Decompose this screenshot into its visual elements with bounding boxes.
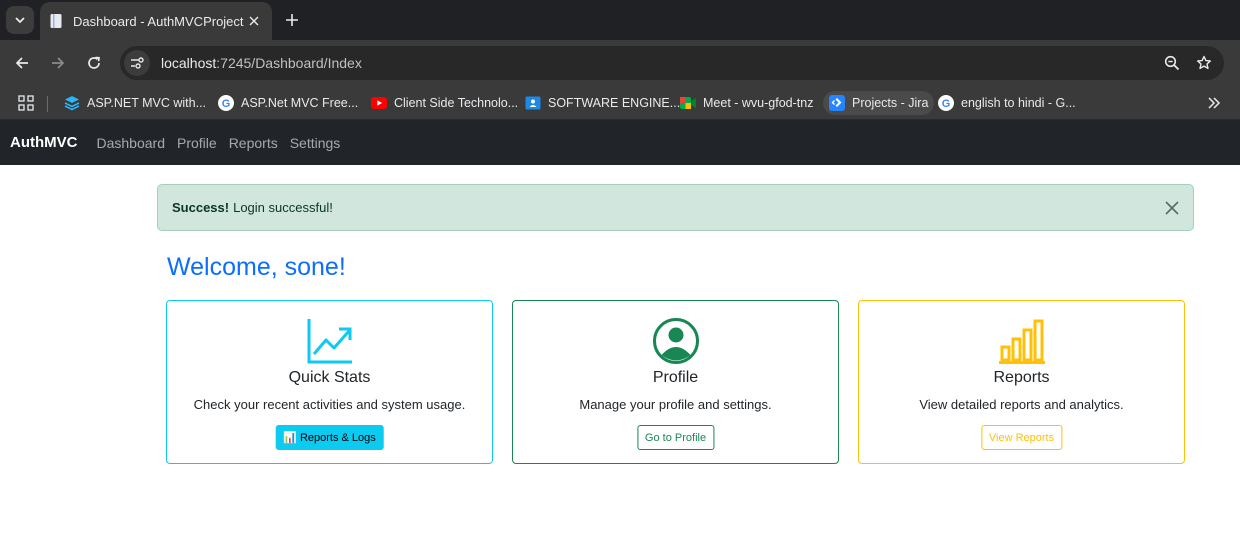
bookmark-label: Meet - wvu-gfod-tnz bbox=[703, 96, 814, 110]
bookmark-item[interactable]: ASP.NET MVC with... bbox=[58, 91, 212, 115]
alert-message: Login successful! bbox=[233, 200, 333, 215]
bookmark-item[interactable]: G english to hindi - G... bbox=[932, 91, 1082, 115]
bookmark-label: english to hindi - G... bbox=[961, 96, 1076, 110]
url-path: :7245/Dashboard/Index bbox=[216, 55, 362, 71]
close-icon[interactable] bbox=[244, 11, 264, 31]
reload-icon bbox=[88, 56, 100, 69]
svg-text:G: G bbox=[942, 98, 951, 110]
url-text[interactable]: localhost:7245/Dashboard/Index bbox=[161, 55, 1160, 71]
quick-stats-card: Quick Stats Check your recent activities… bbox=[166, 300, 493, 464]
graph-up-arrow-icon bbox=[307, 319, 352, 364]
tab-title: Dashboard - AuthMVCProject bbox=[73, 13, 244, 29]
zoom-icon[interactable] bbox=[1160, 51, 1184, 75]
reports-logs-button[interactable]: 📊 Reports & Logs bbox=[275, 425, 384, 450]
person-circle-icon bbox=[652, 318, 699, 364]
profile-card: Profile Manage your profile and settings… bbox=[512, 300, 839, 464]
bookmarks-divider bbox=[47, 96, 48, 112]
card-title: Quick Stats bbox=[288, 369, 371, 386]
welcome-heading: Welcome, sone! bbox=[167, 253, 346, 281]
nav-link-reports[interactable]: Reports bbox=[229, 135, 278, 151]
nav-link-settings[interactable]: Settings bbox=[290, 135, 341, 151]
alert-strong: Success! bbox=[172, 200, 230, 215]
bookmark-label: ASP.NET MVC with... bbox=[87, 96, 207, 110]
svg-text:G: G bbox=[222, 98, 231, 110]
site-info-icon[interactable] bbox=[124, 50, 150, 76]
chevron-down-icon bbox=[15, 17, 25, 24]
bookmark-item[interactable]: G ASP.Net MVC Free... bbox=[212, 91, 364, 115]
tab-search-button[interactable] bbox=[6, 6, 34, 34]
card-title: Reports bbox=[993, 369, 1050, 386]
bookmark-label: SOFTWARE ENGINE... bbox=[548, 96, 681, 110]
plus-icon bbox=[286, 14, 298, 26]
app-navbar: AuthMVC Dashboard Profile Reports Settin… bbox=[0, 120, 1240, 165]
success-alert: Success! Login successful! bbox=[157, 184, 1194, 231]
brand-logo[interactable]: AuthMVC bbox=[10, 134, 78, 151]
bookmark-item[interactable]: Client Side Technolo... bbox=[365, 91, 524, 115]
card-text: Check your recent activities and system … bbox=[193, 397, 466, 412]
google-g-icon: G bbox=[938, 95, 954, 111]
forward-button[interactable] bbox=[46, 51, 70, 75]
bookmark-label: Client Side Technolo... bbox=[394, 96, 519, 110]
chevron-double-right-icon[interactable] bbox=[1206, 95, 1222, 111]
bookmark-item[interactable]: Projects - Jira bbox=[823, 91, 935, 115]
browser-tab-active[interactable]: Dashboard - AuthMVCProject bbox=[40, 2, 272, 40]
back-button[interactable] bbox=[10, 51, 34, 75]
view-reports-button[interactable]: View Reports bbox=[980, 425, 1063, 450]
meet-icon bbox=[680, 95, 696, 111]
youtube-icon bbox=[371, 95, 387, 111]
address-bar[interactable]: localhost:7245/Dashboard/Index bbox=[120, 46, 1224, 80]
jira-icon bbox=[829, 95, 845, 111]
google-g-icon: G bbox=[218, 95, 234, 111]
nav-link-dashboard[interactable]: Dashboard bbox=[97, 135, 166, 151]
go-to-profile-button[interactable]: Go to Profile bbox=[636, 425, 715, 450]
bookmarks-bar: ASP.NET MVC with... G ASP.Net MVC Free..… bbox=[0, 86, 1240, 120]
browser-tabstrip: Dashboard - AuthMVCProject bbox=[0, 0, 1240, 40]
bar-chart-icon bbox=[998, 319, 1045, 364]
layers-icon bbox=[64, 95, 80, 111]
close-icon[interactable] bbox=[1163, 199, 1181, 217]
bookmark-item[interactable]: Meet - wvu-gfod-tnz bbox=[674, 91, 819, 115]
arrow-left-icon bbox=[15, 57, 28, 69]
card-text: View detailed reports and analytics. bbox=[919, 397, 1124, 412]
new-tab-button[interactable] bbox=[280, 8, 304, 32]
bookmark-label: Projects - Jira bbox=[852, 96, 929, 110]
nav-link-profile[interactable]: Profile bbox=[177, 135, 217, 151]
bookmark-item[interactable]: SOFTWARE ENGINE... bbox=[519, 91, 686, 115]
browser-toolbar: localhost:7245/Dashboard/Index bbox=[0, 40, 1240, 86]
url-host: localhost bbox=[161, 55, 217, 71]
bookmark-star-icon[interactable] bbox=[1192, 51, 1216, 75]
bookmark-label: ASP.Net MVC Free... bbox=[241, 96, 359, 110]
apps-grid-icon[interactable] bbox=[18, 95, 34, 111]
reload-button[interactable] bbox=[82, 51, 106, 75]
card-title: Profile bbox=[652, 369, 699, 386]
page-icon bbox=[48, 13, 64, 29]
card-text: Manage your profile and settings. bbox=[579, 397, 772, 412]
classroom-icon bbox=[525, 95, 541, 111]
reports-card: Reports View detailed reports and analyt… bbox=[858, 300, 1185, 464]
arrow-right-icon bbox=[52, 57, 65, 69]
